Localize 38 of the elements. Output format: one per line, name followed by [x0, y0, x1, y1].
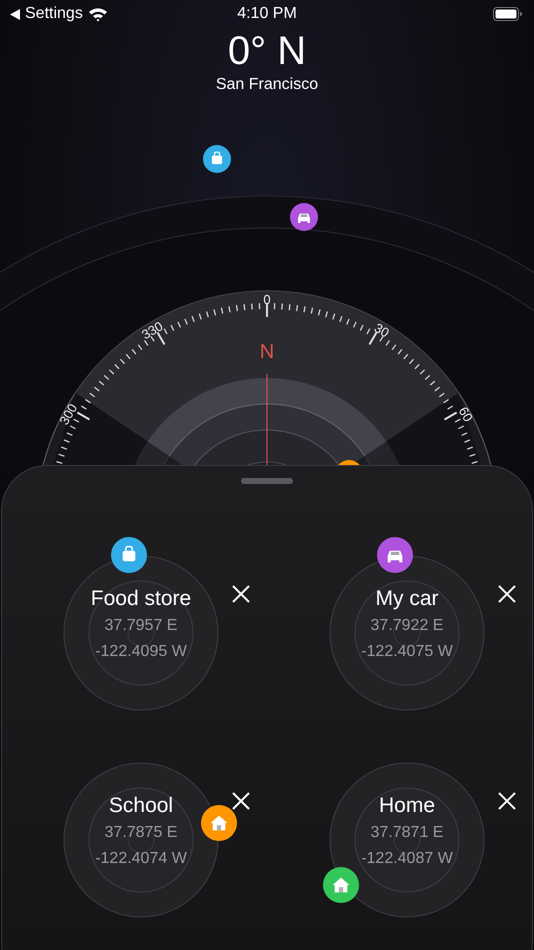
dial-label: 0	[263, 292, 271, 307]
battery-icon	[493, 7, 522, 21]
city-name: San Francisco	[216, 76, 318, 94]
wifi-icon	[88, 6, 108, 22]
back-link[interactable]: Settings	[25, 5, 83, 23]
car-icon	[298, 214, 310, 223]
car-icon	[388, 550, 402, 562]
north-label: N	[260, 341, 274, 363]
house-icon	[210, 816, 228, 830]
longitude: -122.4095 W	[95, 642, 187, 662]
dial-label: 330	[139, 318, 166, 342]
house-icon	[332, 878, 350, 892]
longitude: -122.4074 W	[95, 849, 187, 869]
back-arrow-icon[interactable]	[10, 8, 20, 20]
longitude: -122.4087 W	[361, 849, 453, 869]
close-icon[interactable]	[498, 792, 516, 810]
sheet-handle[interactable]	[241, 478, 293, 484]
place-marker[interactable]	[290, 203, 318, 231]
dial-label: 300	[56, 401, 80, 428]
close-icon[interactable]	[232, 585, 250, 603]
close-icon[interactable]	[232, 792, 250, 810]
latitude: 37.7871 E	[370, 823, 444, 843]
latitude: 37.7957 E	[104, 616, 178, 636]
longitude: -122.4075 W	[361, 642, 453, 662]
place-marker[interactable]	[203, 145, 231, 173]
place-name: Food store	[90, 586, 192, 612]
heading-reading: 0° N	[228, 28, 306, 74]
close-icon[interactable]	[498, 585, 516, 603]
place-name: Home	[378, 793, 436, 819]
latitude: 37.7875 E	[104, 823, 178, 843]
place-name: School	[108, 793, 174, 819]
dial-label: 60	[456, 404, 476, 424]
dial-label: 30	[372, 320, 392, 340]
bag-icon	[122, 546, 136, 562]
place-name: My car	[376, 586, 438, 612]
status-time: 4:10 PM	[237, 5, 297, 23]
bag-icon	[212, 152, 222, 164]
latitude: 37.7922 E	[370, 616, 444, 636]
